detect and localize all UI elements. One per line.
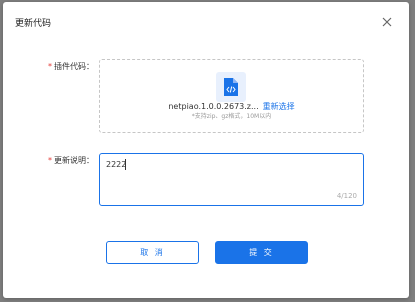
file-name: netpiao.1.0.0.2673.z... xyxy=(168,102,259,111)
submit-button[interactable]: 提 交 xyxy=(215,241,308,264)
cancel-button[interactable]: 取 消 xyxy=(106,241,199,264)
description-value: 2222 xyxy=(106,160,127,169)
dialog-title: 更新代码 xyxy=(15,19,52,29)
reselect-link[interactable]: 重新选择 xyxy=(263,102,295,111)
plugin-code-label: 插件代码： xyxy=(54,62,94,71)
code-file-icon xyxy=(216,72,246,102)
description-label: 更新说明： xyxy=(54,156,94,165)
text-caret xyxy=(125,159,126,170)
upload-area[interactable]: netpiao.1.0.0.2673.z... 重新选择 *支持zip、gz格式，… xyxy=(99,59,364,133)
update-code-dialog: 更新代码 * 插件代码： netpiao.1.0.0.2673.z... 重新选择 … xyxy=(3,2,409,298)
description-label-row: * 更新说明： xyxy=(48,156,94,166)
close-icon[interactable] xyxy=(379,14,395,30)
upload-hint: *支持zip、gz格式，10M以内 xyxy=(191,113,272,120)
required-asterisk: * xyxy=(48,156,52,165)
char-counter: 4/120 xyxy=(336,192,357,200)
description-textarea[interactable]: 2222 4/120 xyxy=(99,153,364,206)
plugin-code-label-row: * 插件代码： xyxy=(48,62,94,72)
required-asterisk: * xyxy=(48,62,52,71)
file-info-row: netpiao.1.0.0.2673.z... 重新选择 xyxy=(100,102,363,112)
